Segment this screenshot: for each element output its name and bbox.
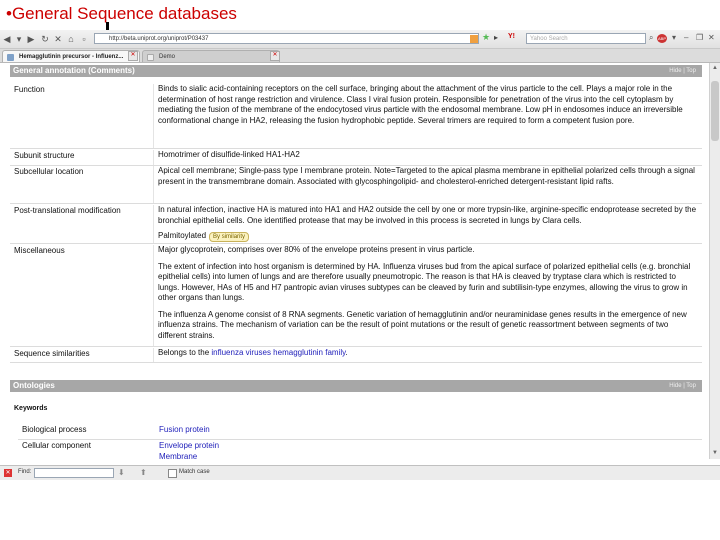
address-bar[interactable]: http://beta.uniprot.org/uniprot/P03437 (94, 33, 479, 44)
row-label: Function (14, 85, 45, 94)
hide-top-links[interactable]: Hide | Top (669, 65, 696, 77)
tab-label: Demo (159, 54, 176, 60)
annotation-row-ptm: Post-translational modification In natur… (10, 205, 702, 244)
scroll-down-icon[interactable]: ▼ (711, 449, 719, 457)
back-dropdown-icon[interactable]: ▾ (14, 33, 24, 45)
search-go-icon[interactable]: ⌕ (649, 33, 653, 43)
navigation-toolbar: ◀ ▾ ▶ ↻ ✕ ⌂ ▫ http://beta.uniprot.org/un… (0, 30, 720, 49)
row-label: Miscellaneous (14, 246, 65, 255)
row-label: Sequence similarities (14, 349, 90, 358)
annotation-row-subcellular: Subcellular location Apical cell membran… (10, 166, 702, 204)
ontologies-header: Ontologies Hide | Top (10, 380, 702, 392)
row-text: Homotrimer of disulfide-linked HA1-HA2 (158, 150, 300, 159)
bookmark-star-icon[interactable]: ★ (482, 32, 490, 43)
match-case-checkbox[interactable] (168, 469, 177, 478)
close-window-icon[interactable]: ✕ (708, 33, 715, 42)
go-arrow-icon[interactable]: ▸ (494, 33, 498, 42)
column-divider (153, 150, 154, 165)
envelope-protein-link[interactable]: Envelope protein (159, 440, 219, 451)
yahoo-search-engine-icon[interactable]: Y! (508, 33, 515, 40)
find-input[interactable] (34, 468, 114, 478)
forward-arrow-icon[interactable]: ▶ (26, 33, 36, 45)
search-input[interactable]: Yahoo Search (526, 33, 646, 44)
column-divider (153, 84, 154, 148)
hide-top-links[interactable]: Hide | Top (669, 380, 696, 392)
row-text: Apical cell membrane; Single-pass type I… (158, 166, 695, 186)
text-cursor-icon (106, 22, 109, 30)
tab-bar: Hemagglutinin precursor - Influenz... ✕ … (0, 49, 720, 63)
row-label: Subcellular location (14, 167, 84, 176)
section-title: Ontologies (13, 381, 55, 390)
row-text: Binds to sialic acid-containing receptor… (158, 84, 683, 125)
similarity-suffix: . (345, 348, 348, 357)
bookmark-page-icon[interactable]: ▫ (79, 33, 89, 45)
annotation-row-function: Function Binds to sialic acid-containing… (10, 84, 702, 149)
match-case-label: Match case (179, 469, 210, 475)
column-divider (153, 205, 154, 243)
annotation-row-similarities: Sequence similarities Belongs to the inf… (10, 348, 702, 363)
find-next-icon[interactable]: ⬇ (118, 468, 125, 477)
close-find-icon[interactable]: ✕ (4, 469, 12, 477)
find-bar: ✕ Find: ⬇ ⬆ Match case (0, 465, 720, 480)
uniprot-favicon-icon (7, 54, 14, 61)
keyword-row-cellular-component: Cellular component Envelope protein Memb… (18, 440, 702, 459)
row-text: Belongs to the influenza viruses hemaggl… (158, 348, 698, 359)
keyword-row-biological-process: Biological process Fusion protein (18, 424, 702, 440)
row-text: Major glycoprotein, comprises over 80% o… (158, 245, 698, 341)
reload-icon[interactable]: ↻ (40, 33, 50, 45)
misc-paragraph: Major glycoprotein, comprises over 80% o… (158, 245, 475, 254)
scroll-thumb[interactable] (711, 81, 719, 141)
keywords-heading: Keywords (14, 405, 48, 412)
stop-icon[interactable]: ✕ (53, 33, 63, 45)
column-divider (153, 245, 154, 346)
ptm-extra: Palmitoylated By similarity (158, 231, 698, 242)
minimize-icon[interactable]: – (684, 33, 688, 42)
keyword-label: Cellular component (22, 441, 91, 450)
row-label: Subunit structure (14, 151, 75, 160)
annotation-row-subunit: Subunit structure Homotrimer of disulfid… (10, 150, 702, 166)
close-tab-icon[interactable]: ✕ (128, 51, 138, 61)
home-icon[interactable]: ⌂ (66, 33, 76, 45)
keyword-label: Biological process (22, 425, 87, 434)
tab-demo[interactable]: Demo (142, 50, 280, 62)
column-divider (153, 166, 154, 203)
page-favicon-icon (147, 54, 154, 61)
tab-hemagglutinin[interactable]: Hemagglutinin precursor - Influenz... (2, 50, 140, 62)
rss-feed-icon[interactable] (470, 35, 478, 43)
by-similarity-badge[interactable]: By similarity (209, 232, 250, 242)
vertical-scrollbar[interactable]: ▲ ▼ (709, 63, 720, 459)
annotation-row-miscellaneous: Miscellaneous Major glycoprotein, compri… (10, 245, 702, 347)
browser-window: ◀ ▾ ▶ ↻ ✕ ⌂ ▫ http://beta.uniprot.org/un… (0, 30, 720, 480)
misc-paragraph: The influenza A genome consist of 8 RNA … (158, 309, 687, 340)
similarity-prefix: Belongs to the (158, 348, 212, 357)
adblock-dropdown-icon[interactable]: ▾ (672, 33, 676, 42)
back-arrow-icon[interactable]: ◀ (2, 33, 12, 45)
page-content: General annotation (Comments) Hide | Top… (0, 63, 708, 459)
close-tab-icon[interactable]: ✕ (270, 51, 280, 61)
ptm-extra-text: Palmitoylated (158, 231, 207, 240)
section-title: General annotation (Comments) (13, 66, 135, 75)
general-annotation-header: General annotation (Comments) Hide | Top (10, 65, 702, 77)
restore-icon[interactable]: ❐ (696, 33, 703, 42)
row-text: In natural infection, inactive HA is mat… (158, 205, 698, 242)
membrane-link[interactable]: Membrane (159, 451, 197, 459)
misc-paragraph: The extent of infection into host organi… (158, 261, 691, 303)
tab-label: Hemagglutinin precursor - Influenz... (19, 54, 124, 60)
find-previous-icon[interactable]: ⬆ (140, 468, 147, 477)
slide-title: •General Sequence databases (6, 4, 237, 23)
row-label: Post-translational modification (14, 206, 121, 215)
ptm-description: In natural infection, inactive HA is mat… (158, 205, 697, 225)
find-label: Find: (18, 469, 32, 475)
hemagglutinin-family-link[interactable]: influenza viruses hemagglutinin family (211, 348, 345, 357)
column-divider (153, 348, 154, 362)
fusion-protein-link[interactable]: Fusion protein (159, 424, 210, 435)
scroll-up-icon[interactable]: ▲ (711, 64, 719, 72)
adblock-icon[interactable]: ABP (657, 34, 667, 43)
